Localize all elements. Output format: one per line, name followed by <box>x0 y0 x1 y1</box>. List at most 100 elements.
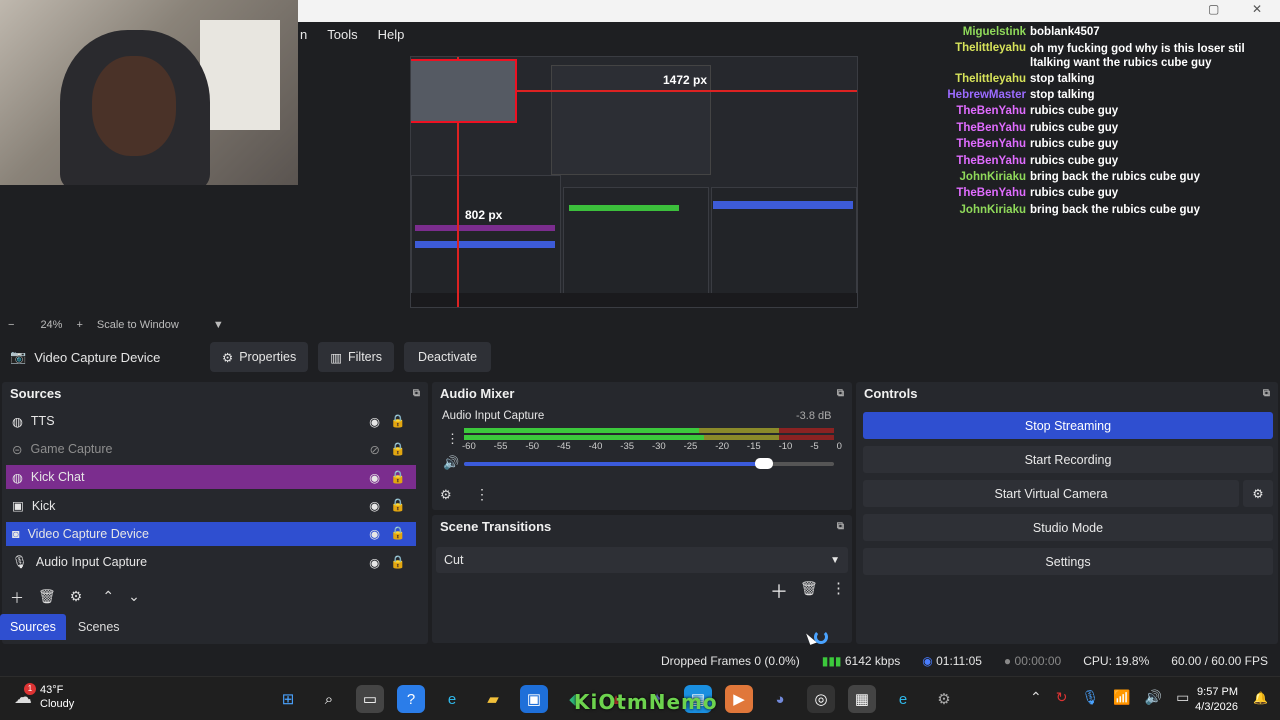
gamepad-icon: ⊝ <box>12 442 23 457</box>
source-item[interactable]: ▣ Kick ◉ 🔒 <box>6 494 416 518</box>
scale-mode[interactable]: Scale to Window <box>97 319 179 331</box>
lock-icon[interactable]: 🔒 <box>390 414 406 429</box>
meter-tick: -30 <box>651 441 666 452</box>
chat-username: TheBenYahu <box>956 138 1026 151</box>
source-item[interactable]: 🎙 Audio Input Capture ◉ 🔒 <box>6 550 416 574</box>
preview-canvas[interactable]: 1472 px 802 px <box>410 56 858 308</box>
undock-icon[interactable]: ⧉ <box>837 521 844 532</box>
nested-meter <box>569 205 679 211</box>
eye-icon[interactable]: ◉ <box>369 526 380 541</box>
eye-icon[interactable]: ◉ <box>369 555 380 570</box>
meter-tick: -50 <box>525 441 540 452</box>
help-app-icon[interactable]: ? <box>397 685 425 713</box>
app-icon-4[interactable]: ▶ <box>725 685 753 713</box>
lock-icon[interactable]: 🔒 <box>390 498 406 513</box>
microphone-icon[interactable]: 🎙 <box>1081 689 1099 706</box>
chevron-up-icon[interactable]: ⌃ <box>1030 689 1042 706</box>
trash-icon[interactable]: 🗑 <box>800 580 818 597</box>
lock-icon[interactable]: 🔒 <box>390 442 406 457</box>
source-item[interactable]: ◙ Video Capture Device ◉ 🔒 <box>6 521 416 546</box>
lock-icon[interactable]: 🔒 <box>390 526 406 541</box>
discord-icon[interactable]: ◕ <box>766 685 794 713</box>
kebab-menu-icon[interactable]: ⋮ <box>446 431 459 447</box>
selected-source-bounds[interactable] <box>411 59 517 123</box>
filters-button[interactable]: ▥ Filters <box>318 342 395 372</box>
source-item[interactable]: ⊝ Game Capture ⊘ 🔒 <box>6 437 416 461</box>
tab-sources[interactable]: Sources <box>0 614 66 640</box>
obs-icon[interactable]: ◎ <box>807 685 835 713</box>
search-icon[interactable]: ⌕ <box>315 685 343 713</box>
settings-button[interactable]: Settings <box>863 548 1273 575</box>
chevron-up-icon[interactable]: ⌃ <box>102 588 114 608</box>
lock-icon[interactable]: 🔒 <box>390 555 406 570</box>
store-icon[interactable]: ▣ <box>520 685 548 713</box>
tab-scenes[interactable]: Scenes <box>68 614 130 640</box>
undock-icon[interactable]: ⧉ <box>837 388 844 399</box>
rec-time-value: 00:00:00 <box>1014 654 1062 668</box>
meter-tick: -25 <box>683 441 698 452</box>
app-icon-5[interactable]: ▦ <box>848 685 876 713</box>
undock-icon[interactable]: ⧉ <box>413 388 420 399</box>
volume-icon[interactable]: 🔊 <box>1145 689 1162 706</box>
chat-text: boblank4507 <box>1030 26 1100 39</box>
notification-icon[interactable]: 🔔 <box>1253 691 1268 705</box>
source-item[interactable]: ◍ TTS ◉ 🔒 <box>6 409 416 433</box>
menu-item-partial[interactable]: n <box>300 27 307 42</box>
menu-item-help[interactable]: Help <box>378 27 405 42</box>
eye-icon[interactable]: ◉ <box>369 470 380 485</box>
menu-item-tools[interactable]: Tools <box>327 27 357 42</box>
source-item[interactable]: ◍ Kick Chat ◉ 🔒 <box>6 465 416 490</box>
volume-slider[interactable] <box>464 458 834 469</box>
chat-username: TheBenYahu <box>956 187 1026 200</box>
chevron-down-icon[interactable]: ⌄ <box>128 588 140 608</box>
source-label: Video Capture Device <box>27 526 149 541</box>
zoom-out-icon[interactable]: − <box>8 319 14 331</box>
chat-username: TheBenYahu <box>956 105 1026 118</box>
chat-text: rubics cube guy <box>1030 154 1119 167</box>
lock-icon[interactable]: 🔒 <box>390 470 406 485</box>
eye-icon[interactable]: ◉ <box>369 414 380 429</box>
start-virtual-camera-button[interactable]: Start Virtual Camera <box>863 480 1239 507</box>
properties-button[interactable]: ⚙ Properties <box>210 342 309 372</box>
broadcast-icon: ◉ <box>922 654 933 668</box>
undock-icon[interactable]: ⧉ <box>1263 388 1270 399</box>
refresh-icon[interactable]: ↻ <box>1056 689 1068 706</box>
chat-username: TheBenYahu <box>956 154 1026 167</box>
battery-icon[interactable]: ▭ <box>1176 689 1189 706</box>
maximize-icon[interactable]: ▢ <box>1208 2 1219 16</box>
edge-icon[interactable]: e <box>438 685 466 713</box>
kebab-menu-icon[interactable]: ⋮ <box>831 579 846 597</box>
meter-ticks: -60 -55 -50 -45 -40 -35 -30 -25 -20 -15 -10 -5 0 <box>462 441 842 452</box>
edge-profile-icon[interactable]: e <box>889 685 917 713</box>
deactivate-button[interactable]: Deactivate <box>404 342 492 372</box>
clock[interactable]: 9:57 PM 4/3/2026 <box>1195 685 1238 715</box>
windows-start-icon[interactable]: ⊞ <box>274 685 302 713</box>
folder-icon[interactable]: ▰ <box>479 685 507 713</box>
transition-select[interactable]: Cut ▼ <box>436 547 848 573</box>
chevron-down-icon[interactable]: ▼ <box>213 319 224 331</box>
add-icon[interactable]: ＋ <box>770 578 788 604</box>
add-icon[interactable]: ＋ <box>10 588 24 608</box>
eye-slash-icon[interactable]: ⊘ <box>370 442 380 457</box>
context-source: 📷 Video Capture Device <box>10 349 200 365</box>
virtual-camera-settings-button[interactable]: ⚙ <box>1243 480 1273 507</box>
stop-streaming-button[interactable]: Stop Streaming <box>863 412 1273 439</box>
task-view-icon[interactable]: ▭ <box>356 685 384 713</box>
chat-message: Miguelstink boblank4507 <box>930 24 1280 40</box>
volume-slider-handle[interactable] <box>754 458 773 469</box>
trash-icon[interactable]: 🗑 <box>38 588 56 608</box>
chat-text: bring back the rubics cube guy <box>1030 170 1200 183</box>
sources-title: Sources <box>10 385 62 401</box>
mixer-settings-icon[interactable]: ⚙ <box>440 487 452 503</box>
speaker-icon[interactable]: 🔊 <box>443 455 459 471</box>
weather-widget[interactable]: ☁ 1 43°F Cloudy <box>14 682 74 711</box>
close-icon[interactable]: ✕ <box>1252 2 1262 16</box>
gear-icon[interactable]: ⚙ <box>70 588 83 608</box>
wifi-icon[interactable]: 📶 <box>1113 689 1130 706</box>
eye-icon[interactable]: ◉ <box>369 498 380 513</box>
start-recording-button[interactable]: Start Recording <box>863 446 1273 473</box>
zoom-in-icon[interactable]: + <box>76 319 82 331</box>
settings-app-icon[interactable]: ⚙ <box>930 685 958 713</box>
studio-mode-button[interactable]: Studio Mode <box>863 514 1273 541</box>
mixer-menu-icon[interactable]: ⋮ <box>475 486 489 503</box>
